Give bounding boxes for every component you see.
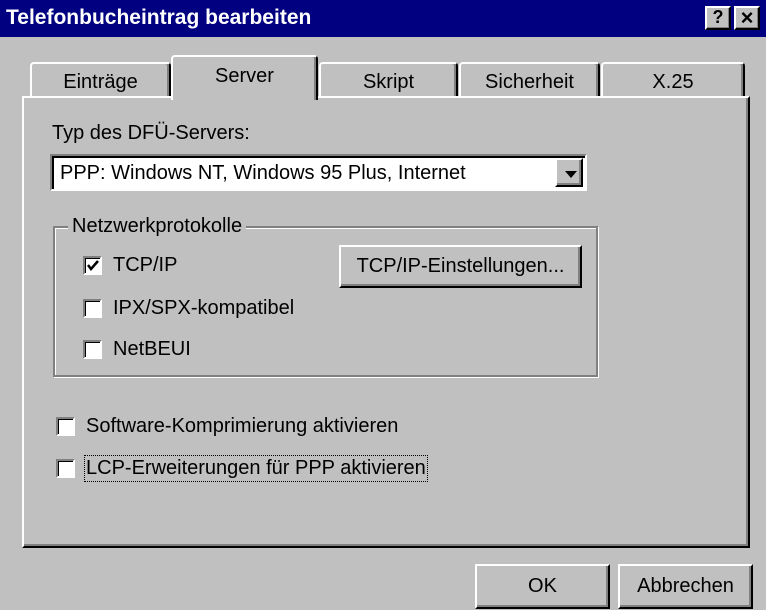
window-title: Telefonbucheintrag bearbeiten (6, 6, 312, 29)
software-compression-label: Software-Komprimierung aktivieren (86, 415, 399, 437)
server-type-value: PPP: Windows NT, Windows 95 Plus, Intern… (60, 162, 466, 184)
tab-label: Einträge (63, 71, 138, 93)
lcp-extensions-label: LCP-Erweiterungen für PPP aktivieren (84, 455, 428, 482)
ok-label: OK (528, 575, 557, 597)
server-type-dropdown-button[interactable] (555, 158, 583, 187)
tcpip-settings-button[interactable]: TCP/IP-Einstellungen... (339, 245, 582, 288)
software-compression-checkbox[interactable] (56, 417, 75, 436)
dialog-window: Telefonbucheintrag bearbeiten ? × Einträ… (0, 0, 766, 610)
lcp-extensions-checkbox[interactable] (56, 459, 75, 478)
tcpip-checkbox[interactable] (83, 256, 102, 275)
netbeui-label: NetBEUI (113, 338, 191, 360)
tcpip-label: TCP/IP (113, 254, 178, 276)
help-button[interactable]: ? (705, 6, 731, 30)
ipxspx-label: IPX/SPX-kompatibel (113, 297, 295, 319)
tab-label: X.25 (652, 71, 694, 93)
tab-sicherheit[interactable]: Sicherheit (459, 62, 600, 98)
tcpip-settings-label: TCP/IP-Einstellungen... (356, 255, 565, 277)
close-icon: × (740, 5, 754, 30)
tab-eintraege[interactable]: Einträge (30, 62, 171, 98)
ok-button[interactable]: OK (475, 564, 610, 609)
tab-label: Skript (362, 71, 415, 93)
title-bar[interactable]: Telefonbucheintrag bearbeiten ? × (0, 0, 766, 37)
help-icon: ? (712, 7, 724, 27)
close-button[interactable]: × (734, 6, 760, 30)
network-protocols-legend: Netzwerkprotokolle (68, 215, 247, 238)
checkmark-icon (87, 260, 99, 271)
cancel-button[interactable]: Abbrechen (618, 564, 753, 609)
tab-skript[interactable]: Skript (319, 62, 458, 98)
chevron-down-icon (565, 171, 577, 178)
active-tab-joint (173, 94, 314, 100)
server-type-label: Typ des DFÜ-Servers: (52, 122, 250, 144)
tab-x25[interactable]: X.25 (601, 62, 745, 98)
tab-label: Server (215, 65, 274, 87)
ipxspx-checkbox[interactable] (83, 299, 102, 318)
netbeui-checkbox[interactable] (83, 340, 102, 359)
cancel-label: Abbrechen (637, 575, 734, 597)
server-type-select[interactable]: PPP: Windows NT, Windows 95 Plus, Intern… (50, 154, 587, 191)
tab-label: Sicherheit (485, 71, 574, 93)
